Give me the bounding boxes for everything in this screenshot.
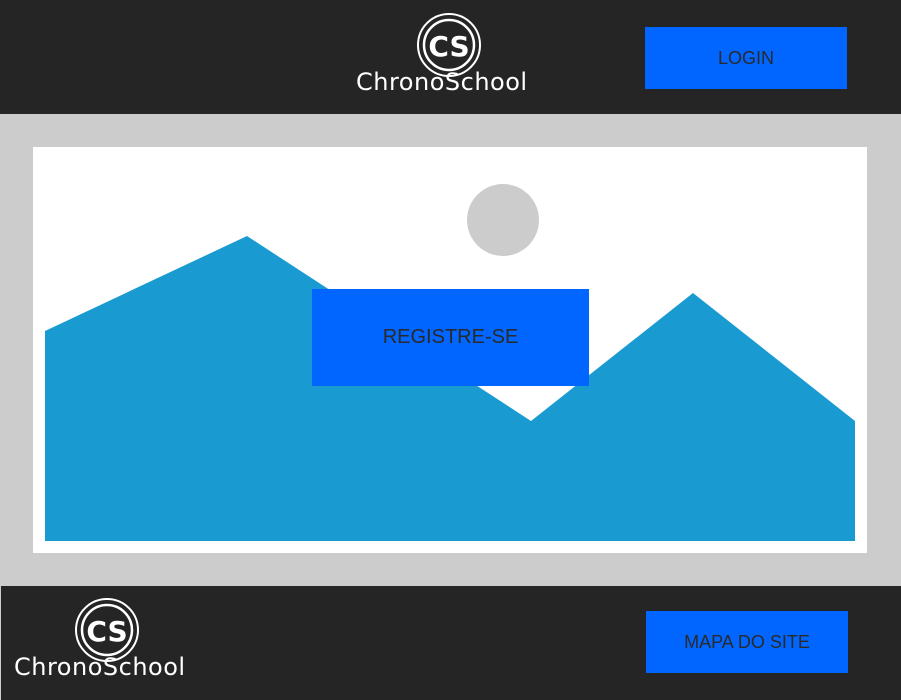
logo-wordmark: ChronoSchool <box>356 68 528 96</box>
header-logo[interactable]: CS ChronoSchool <box>356 13 552 99</box>
footer-logo[interactable]: CS ChronoSchool <box>13 598 209 684</box>
sitemap-button[interactable]: MAPA DO SITE <box>646 611 848 673</box>
footer-bar: CS ChronoSchool MAPA DO SITE <box>1 586 901 700</box>
login-button[interactable]: LOGIN <box>645 27 847 89</box>
logo-wordmark: ChronoSchool <box>14 653 186 681</box>
svg-text:CS: CS <box>86 615 127 648</box>
mountains-shape <box>45 236 855 541</box>
svg-text:CS: CS <box>428 30 469 63</box>
register-button[interactable]: REGISTRE-SE <box>312 289 589 386</box>
top-bar: CS ChronoSchool LOGIN <box>0 0 901 114</box>
sun-shape <box>467 184 539 256</box>
hero-banner: REGISTRE-SE <box>33 147 867 553</box>
